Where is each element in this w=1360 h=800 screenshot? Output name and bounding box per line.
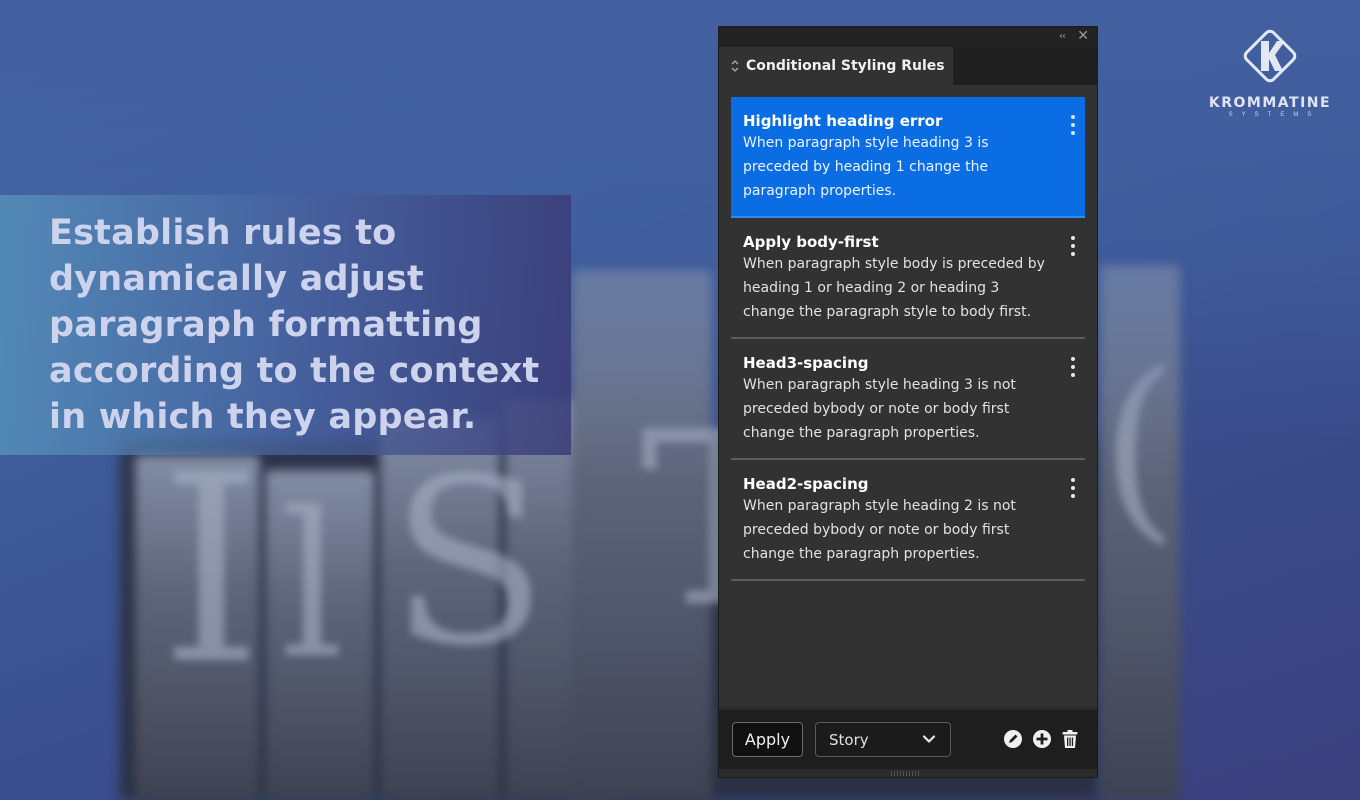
rule-item[interactable]: Apply body-first When paragraph style bo…: [731, 218, 1085, 339]
rule-title: Head3-spacing: [743, 354, 869, 372]
more-options-icon[interactable]: [1069, 115, 1077, 135]
tab-label: Conditional Styling Rules: [746, 58, 945, 74]
more-options-icon[interactable]: [1069, 357, 1077, 377]
logo-subtitle: SYSTEMS: [1228, 112, 1321, 118]
apply-button[interactable]: Apply: [732, 722, 803, 757]
panel-title-bar[interactable]: ‹‹ ✕: [719, 27, 1097, 47]
rule-description: When paragraph style heading 3 is not pr…: [743, 377, 1016, 441]
headline-text: Establish rules to dynamically adjust pa…: [49, 213, 540, 437]
rule-title: Highlight heading error: [743, 112, 943, 130]
scope-dropdown[interactable]: Story: [815, 722, 951, 757]
scope-selected-value: Story: [829, 730, 869, 749]
panel-footer: Apply Story: [719, 707, 1097, 769]
updown-arrows-icon: [731, 60, 739, 72]
delete-icon[interactable]: [1060, 729, 1080, 749]
rule-item[interactable]: Head3-spacing When paragraph style headi…: [731, 339, 1085, 460]
resize-handle[interactable]: [719, 769, 1097, 777]
k-diamond-logo-icon: [1243, 29, 1297, 83]
more-options-icon[interactable]: [1069, 236, 1077, 256]
rule-title: Head2-spacing: [743, 475, 869, 493]
close-panel-button[interactable]: ✕: [1077, 29, 1089, 43]
tab-conditional-styling-rules[interactable]: Conditional Styling Rules: [719, 47, 953, 85]
rule-title: Apply body-first: [743, 233, 879, 251]
rules-list: Highlight heading error When paragraph s…: [731, 97, 1085, 581]
rule-item[interactable]: Head2-spacing When paragraph style headi…: [731, 460, 1085, 581]
more-options-icon[interactable]: [1069, 478, 1077, 498]
collapse-panel-button[interactable]: ‹‹: [1059, 30, 1066, 44]
logo-name: KROMMATINE: [1208, 95, 1332, 111]
edit-icon[interactable]: [1003, 729, 1023, 749]
conditional-styling-panel: ‹‹ ✕ Conditional Styling Rules Highlight…: [718, 26, 1098, 778]
chevron-down-icon: [922, 735, 936, 743]
add-icon[interactable]: [1032, 729, 1052, 749]
rule-description: When paragraph style heading 3 is preced…: [743, 135, 989, 199]
rule-description: When paragraph style heading 2 is not pr…: [743, 498, 1016, 562]
rule-description: When paragraph style body is preceded by…: [743, 256, 1045, 320]
brand-logo: KROMMATINE SYSTEMS: [1205, 25, 1335, 118]
panel-tab-row: Conditional Styling Rules: [719, 47, 1097, 85]
rule-item[interactable]: Highlight heading error When paragraph s…: [731, 97, 1085, 218]
